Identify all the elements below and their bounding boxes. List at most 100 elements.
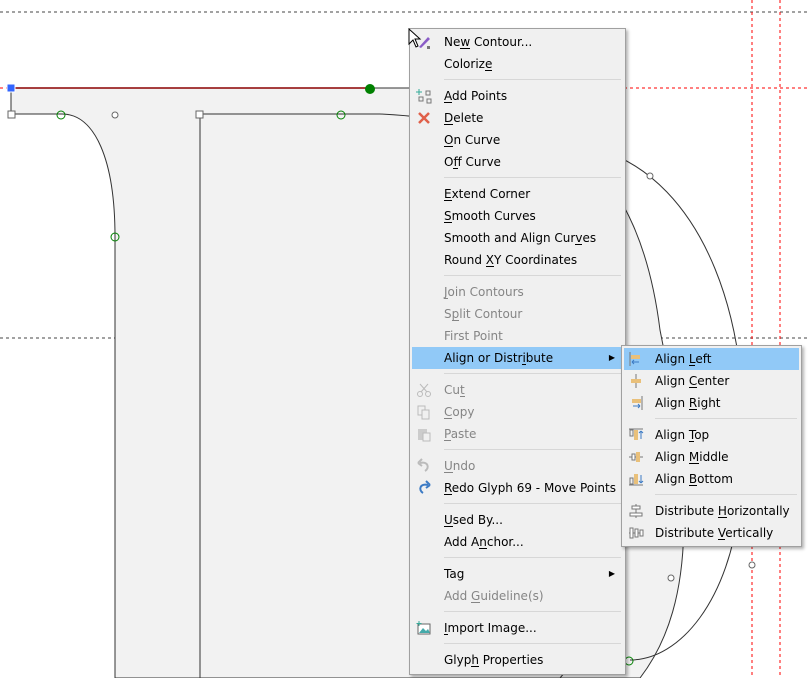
menu-item-label: Distribute Vertically (655, 526, 774, 540)
menu-item-smooth-and-align-curves[interactable]: Smooth and Align Curves (412, 227, 623, 249)
menu-item-distribute-vertically[interactable]: Distribute Vertically (624, 522, 799, 544)
off-curve-point[interactable] (748, 561, 756, 569)
menu-item-glyph-properties[interactable]: Glyph Properties (412, 649, 623, 671)
menu-item-add-points[interactable]: Add Points (412, 85, 623, 107)
mnemonic-underline (471, 602, 481, 603)
distribute-horizontally-icon (629, 504, 643, 518)
menu-item-label: Align Middle (655, 450, 729, 464)
menu-item-used-by[interactable]: Used By... (412, 509, 623, 531)
menu-separator (655, 494, 797, 495)
menu-item-import-image[interactable]: Import Image... (412, 617, 623, 639)
menu-item-label: Colorize (444, 57, 493, 71)
menu-item-tag[interactable]: Tag ▶ (412, 563, 623, 585)
copy-icon (417, 405, 430, 420)
menu-item-label: Cut (444, 383, 465, 397)
menu-item-align-left[interactable]: Align Left (624, 348, 799, 370)
mnemonic-underline (444, 200, 452, 201)
menu-item-undo[interactable]: Undo (412, 455, 623, 477)
menu-item-align-or-distribute[interactable]: Align or Distribute ▶ (412, 347, 623, 369)
menu-item-smooth-curves[interactable]: Smooth Curves (412, 205, 623, 227)
distribute-vertically-icon (629, 527, 644, 539)
menu-item-label: Align Right (655, 396, 721, 410)
menu-separator (444, 373, 621, 374)
submenu-arrow-icon: ▶ (608, 353, 615, 362)
menu-item-label: Align or Distribute (444, 351, 554, 365)
mnemonic-underline (444, 298, 448, 299)
context-menu: New Contour... Colorize Add Points Delete On… (409, 28, 626, 675)
menu-item-join-contours[interactable]: Join Contours (412, 281, 623, 303)
paste-icon (418, 429, 431, 442)
mnemonic-underline (460, 48, 471, 49)
menu-item-first-point[interactable]: First Point (412, 325, 623, 347)
menu-item-copy[interactable]: Copy (412, 401, 623, 423)
mnemonic-underline (444, 634, 448, 635)
menu-item-label: Undo (444, 459, 476, 473)
off-curve-point[interactable] (111, 111, 119, 119)
mnemonic-underline (444, 526, 453, 527)
menu-item-round-xy-coordinates[interactable]: Round XY Coordinates (412, 249, 623, 271)
menu-item-label: Import Image... (444, 621, 537, 635)
menu-item-on-curve[interactable]: On Curve (412, 129, 623, 151)
mnemonic-underline (688, 441, 695, 442)
delete-x-icon (418, 112, 430, 124)
menu-item-distribute-horizontally[interactable]: Distribute Horizontally (624, 500, 799, 522)
menu-item-label: Add Points (444, 89, 508, 103)
menu-item-paste[interactable]: Paste (412, 423, 623, 445)
align-or-distribute-submenu: Align Left Align Center Align Right Align T… (621, 345, 802, 547)
menu-item-align-right[interactable]: Align Right (624, 392, 799, 414)
menu-item-delete[interactable]: Delete (412, 107, 623, 129)
menu-item-label: First Point (444, 329, 503, 343)
menu-item-label: Off Curve (444, 155, 501, 169)
menu-item-label: Extend Corner (444, 187, 531, 201)
menu-item-off-curve[interactable]: Off Curve (412, 151, 623, 173)
mnemonic-underline (444, 146, 454, 147)
menu-item-redo-glyph-69-move-points[interactable]: Redo Glyph 69 - Move Points (412, 477, 623, 499)
menu-item-add-guideline-s[interactable]: Add Guideline(s) (412, 585, 623, 607)
corner-point[interactable] (195, 110, 204, 119)
menu-item-colorize[interactable]: Colorize (412, 53, 623, 75)
menu-separator (444, 611, 621, 612)
align-middle-icon (629, 452, 643, 462)
menu-item-label: New Contour... (444, 35, 533, 49)
align-bottom-icon (629, 474, 644, 486)
menu-item-label: Align Top (655, 428, 710, 442)
menu-item-label: Copy (444, 405, 475, 419)
menu-separator (444, 449, 621, 450)
menu-item-align-top[interactable]: Align Top (624, 424, 799, 446)
image-icon (416, 621, 431, 635)
menu-separator (444, 79, 621, 80)
align-top-icon (629, 428, 644, 440)
menu-item-align-center[interactable]: Align Center (624, 370, 799, 392)
mnemonic-underline (444, 418, 453, 419)
menu-item-align-middle[interactable]: Align Middle (624, 446, 799, 468)
selected-point[interactable] (6, 83, 16, 93)
menu-separator (444, 503, 621, 504)
mnemonic-underline (485, 266, 495, 267)
scissors-icon (417, 383, 431, 397)
mnemonic-underline (717, 517, 727, 518)
menu-item-label: Add Anchor... (444, 535, 524, 549)
align-left-icon (629, 352, 640, 366)
align-center-icon (631, 374, 641, 388)
menu-item-extend-corner[interactable]: Extend Corner (412, 183, 623, 205)
menu-item-label: Smooth and Align Curves (444, 231, 597, 245)
off-curve-point[interactable] (646, 172, 654, 180)
menu-separator (444, 643, 621, 644)
corner-point[interactable] (7, 110, 16, 119)
menu-item-add-anchor[interactable]: Add Anchor... (412, 531, 623, 553)
menu-item-cut[interactable]: Cut (412, 379, 623, 401)
on-curve-point-selected[interactable] (365, 84, 375, 94)
mnemonic-underline (444, 494, 452, 495)
mnemonic-underline (688, 409, 698, 410)
menu-item-label: Round XY Coordinates (444, 253, 578, 267)
menu-item-label: Join Contours (444, 285, 524, 299)
menu-separator (444, 275, 621, 276)
mnemonic-underline (688, 365, 696, 366)
menu-item-split-contour[interactable]: Split Contour (412, 303, 623, 325)
off-curve-point[interactable] (667, 574, 675, 582)
glyph-edit-canvas[interactable] (0, 0, 808, 678)
menu-item-label: Tag (444, 567, 465, 581)
menu-item-align-bottom[interactable]: Align Bottom (624, 468, 799, 490)
menu-item-new-contour[interactable]: New Contour... (412, 31, 623, 53)
mouse-cursor-icon (408, 28, 422, 48)
